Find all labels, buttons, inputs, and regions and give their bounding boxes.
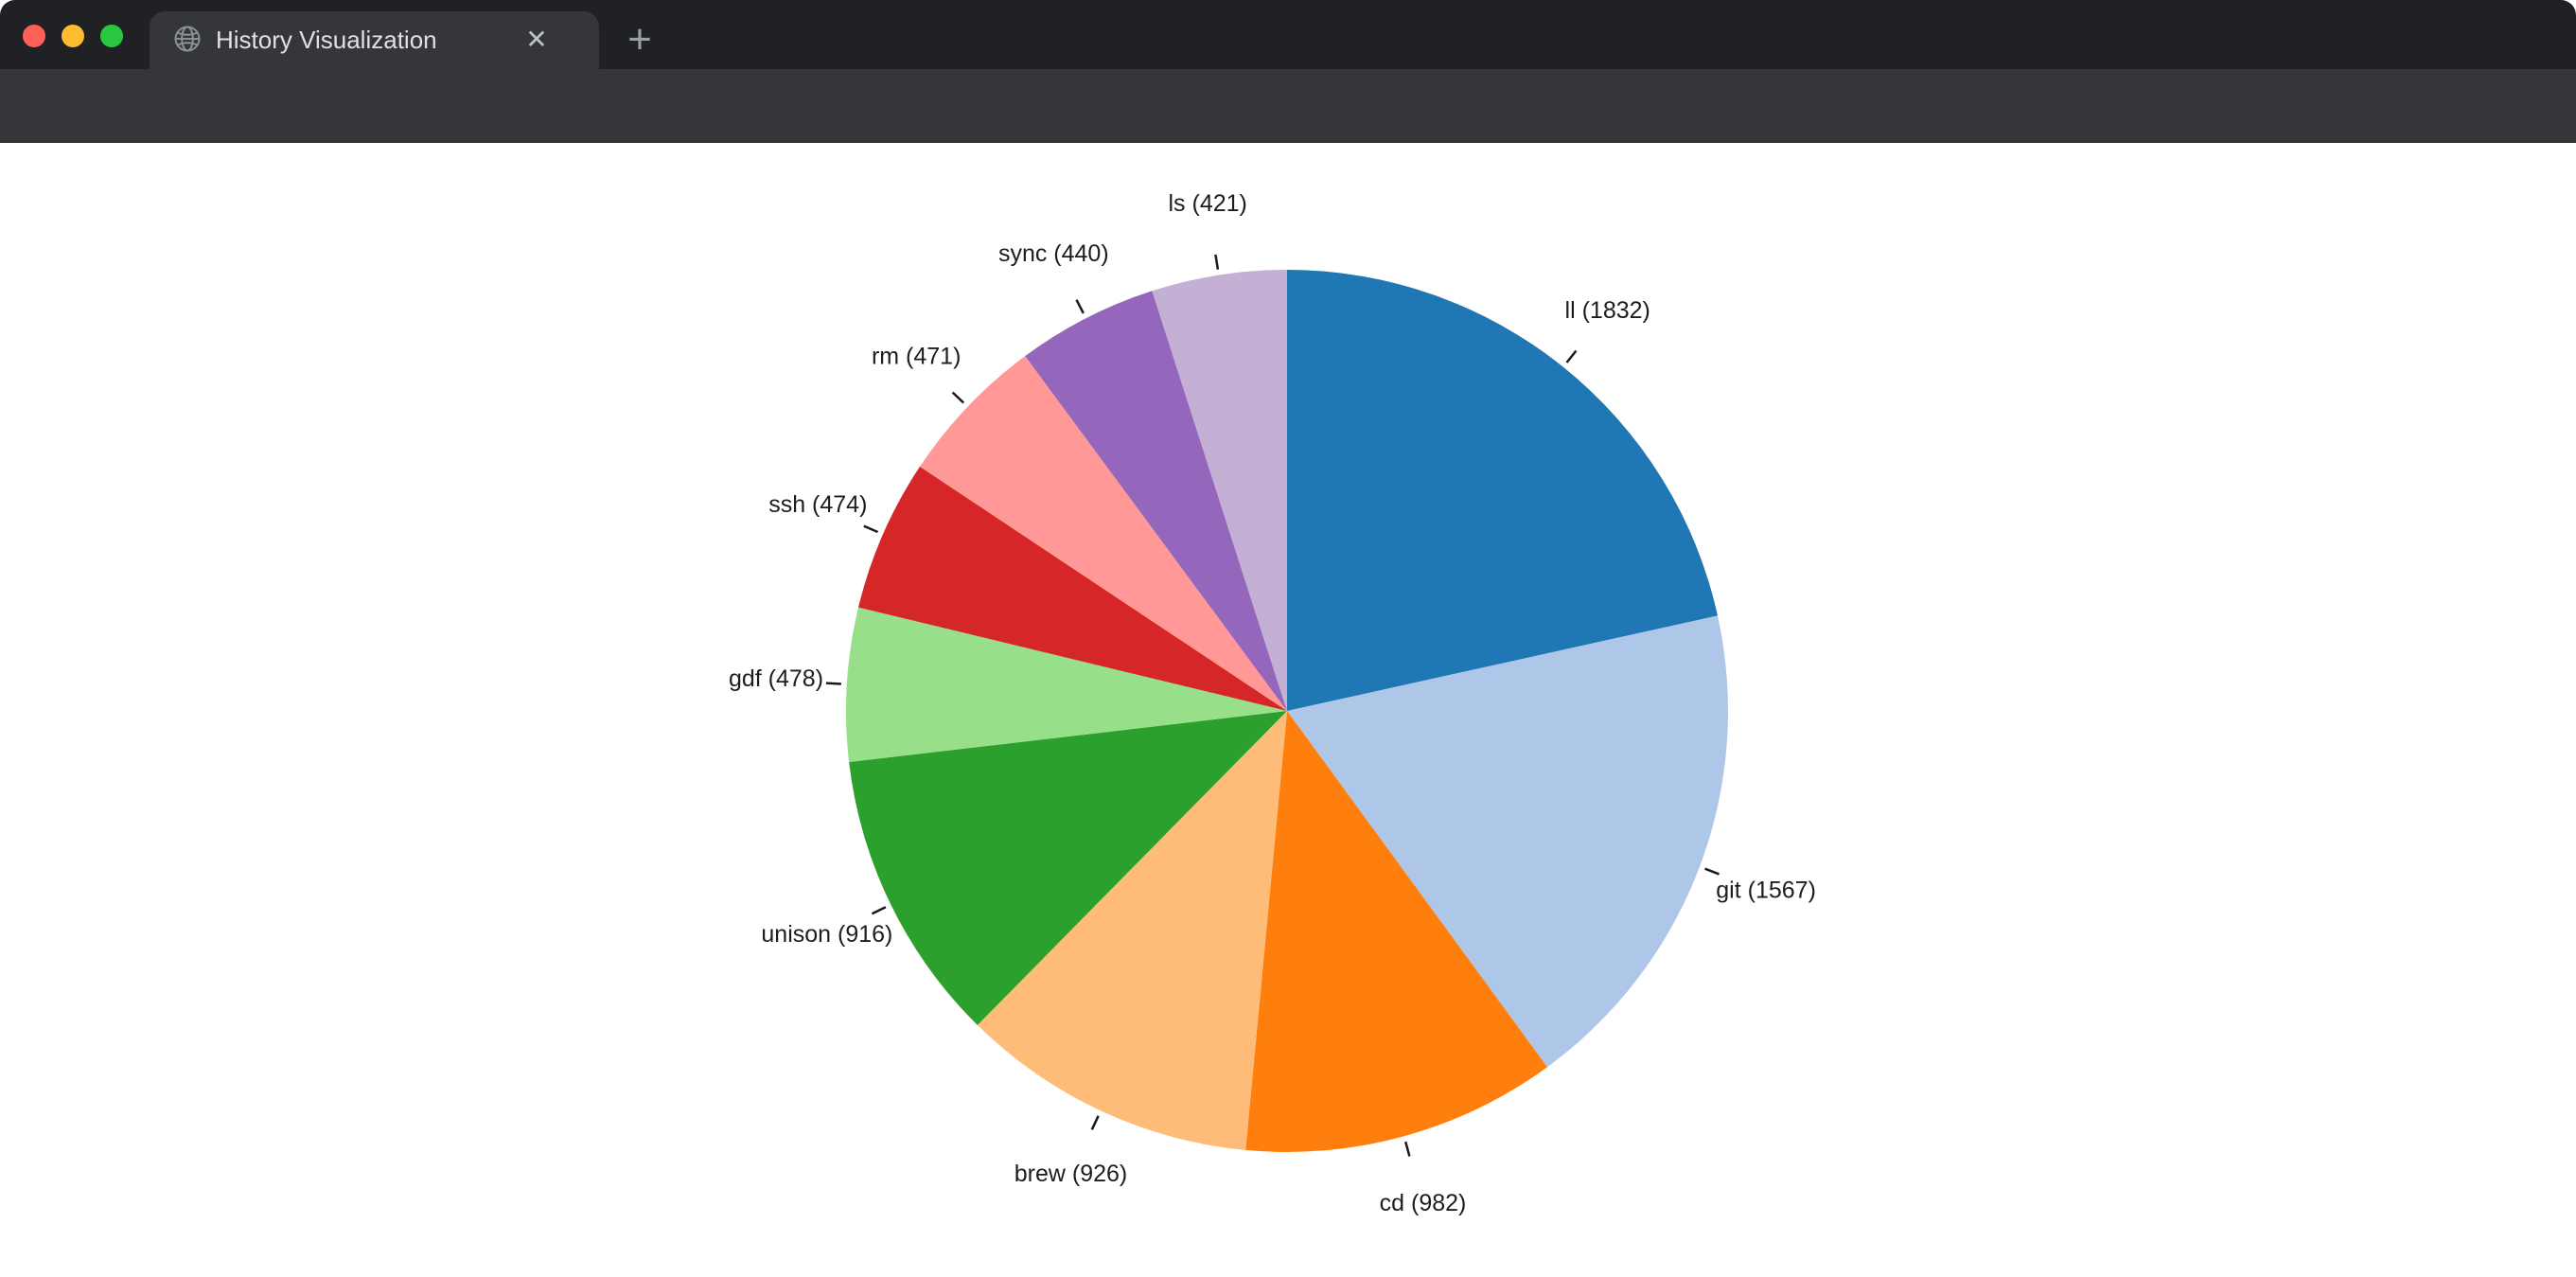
pie-label-tick xyxy=(1077,300,1084,313)
browser-toolbar: File /Users/mtsouk/docs/article/working/… xyxy=(0,69,2576,143)
pie-label-tick xyxy=(1705,869,1720,875)
pie-label-tick xyxy=(1092,1116,1099,1130)
pie-slice-label: unison (916) xyxy=(761,921,892,948)
globe-icon xyxy=(172,24,203,54)
browser-window: History Visualization ✕ + File /Users/mt… xyxy=(0,0,2576,1277)
pie-slice-label: brew (926) xyxy=(1015,1161,1128,1187)
pie-label-tick xyxy=(1405,1142,1409,1156)
fullscreen-window-button[interactable] xyxy=(100,25,123,47)
tab-title: History Visualization xyxy=(216,26,437,55)
pie-slice-label: ll (1832) xyxy=(1565,297,1650,324)
pie-label-tick xyxy=(1567,351,1577,364)
pie-chart-svg: ll (1832) git (1567) cd (982) brew (926) uni… xyxy=(0,143,2576,1277)
pie-slice-label: rm (471) xyxy=(872,344,961,370)
pie-slice-label: ssh (474) xyxy=(768,491,867,518)
pie-slice-label: ls (421) xyxy=(1169,190,1247,217)
pie-label-tick xyxy=(1215,255,1218,270)
tab-close-icon[interactable]: ✕ xyxy=(520,23,554,57)
page-content: ll (1832) git (1567) cd (982) brew (926) uni… xyxy=(0,143,2576,1277)
pie-label-tick xyxy=(864,526,878,532)
minimize-window-button[interactable] xyxy=(62,25,84,47)
tab-strip: History Visualization ✕ + xyxy=(0,0,2576,69)
close-window-button[interactable] xyxy=(23,25,45,47)
new-tab-button[interactable]: + xyxy=(617,19,662,64)
pie-slice-label: cd (982) xyxy=(1380,1190,1467,1216)
tab-history-visualization[interactable]: History Visualization ✕ xyxy=(150,11,599,69)
pie-label-tick xyxy=(873,907,886,913)
pie-label-tick xyxy=(953,393,964,403)
pie-slice-label: sync (440) xyxy=(998,240,1109,267)
pie-slice-label: git (1567) xyxy=(1716,878,1816,904)
pie-slice-label: gdf (478) xyxy=(729,665,823,692)
pie-label-tick xyxy=(826,683,841,684)
